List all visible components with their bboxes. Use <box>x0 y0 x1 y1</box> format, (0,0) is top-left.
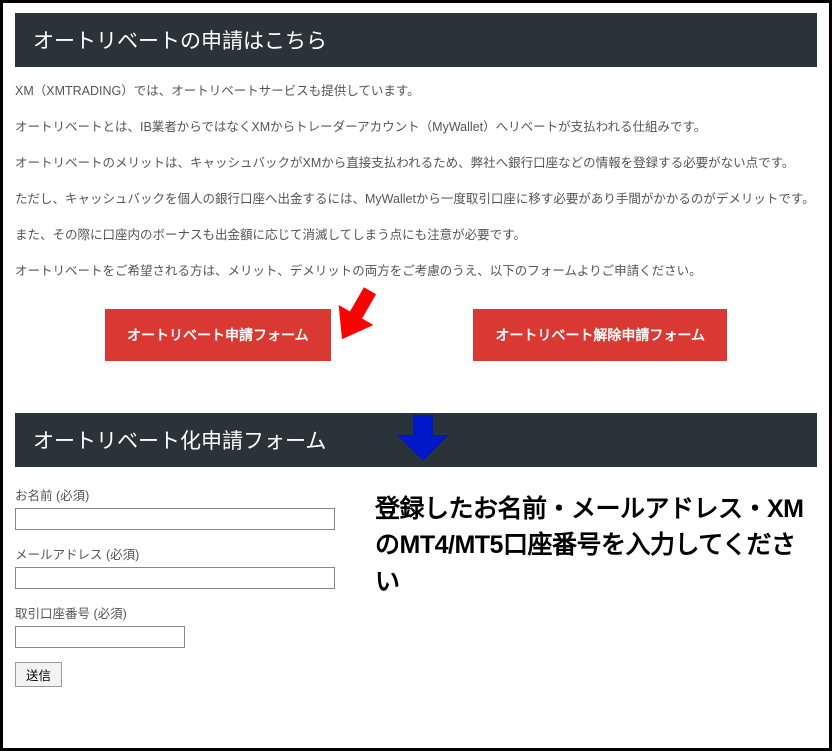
field-account: 取引口座番号 (必須) <box>15 603 355 648</box>
section1-paragraph: また、その際に口座内のボーナスも出金額に応じて消滅してしまう点にも注意が必要です… <box>15 225 817 245</box>
name-label: お名前 (必須) <box>15 485 355 504</box>
form-right: 登録したお名前・メールアドレス・XMのMT4/MT5口座番号を入力してください <box>375 485 817 687</box>
section2-title: オートリベート化申請フォーム <box>33 430 326 453</box>
name-input[interactable] <box>15 508 335 530</box>
section1-paragraph: オートリベートをご希望される方は、メリット、デメリットの両方をご考慮のうえ、以下… <box>15 261 817 281</box>
section1-header: オートリベートの申請はこちら <box>15 13 817 67</box>
auto-rebate-apply-button[interactable]: オートリベート申請フォーム <box>105 309 331 361</box>
section1-paragraph: XM（XMTRADING）では、オートリベートサービスも提供しています。 <box>15 81 817 101</box>
page-inner: オートリベートの申請はこちら XM（XMTRADING）では、オートリベートサー… <box>3 3 829 699</box>
field-email: メールアドレス (必須) <box>15 544 355 589</box>
form-body: お名前 (必須) メールアドレス (必須) 取引口座番号 (必須) 送信 登録し <box>15 485 817 687</box>
button-row: オートリベート申請フォーム オートリベート解除申請フォーム <box>15 309 817 361</box>
section1-title: オートリベートの申請はこちら <box>33 30 327 53</box>
section1-paragraph: ただし、キャッシュバックを個人の銀行口座へ出金するには、MyWalletから一度… <box>15 189 817 209</box>
section1-body: XM（XMTRADING）では、オートリベートサービスも提供しています。 オート… <box>15 81 817 281</box>
section2-header: オートリベート化申請フォーム <box>15 413 817 467</box>
callout-text: 登録したお名前・メールアドレス・XMのMT4/MT5口座番号を入力してください <box>375 491 817 600</box>
account-input[interactable] <box>15 626 185 648</box>
form-left: お名前 (必須) メールアドレス (必須) 取引口座番号 (必須) 送信 <box>15 485 355 687</box>
section2: オートリベート化申請フォーム お名前 (必須) メールアドレス (必須) 取引口… <box>15 413 817 687</box>
account-label: 取引口座番号 (必須) <box>15 603 355 622</box>
section1-paragraph: オートリベートとは、IB業者からではなくXMからトレーダーアカウント（MyWal… <box>15 117 817 137</box>
submit-button[interactable]: 送信 <box>15 662 62 687</box>
field-name: お名前 (必須) <box>15 485 355 530</box>
section1-paragraph: オートリベートのメリットは、キャッシュバックがXMから直接支払われるため、弊社へ… <box>15 153 817 173</box>
email-input[interactable] <box>15 567 335 589</box>
auto-rebate-cancel-button[interactable]: オートリベート解除申請フォーム <box>473 309 727 361</box>
email-label: メールアドレス (必須) <box>15 544 355 563</box>
page-frame: オートリベートの申請はこちら XM（XMTRADING）では、オートリベートサー… <box>0 0 832 751</box>
